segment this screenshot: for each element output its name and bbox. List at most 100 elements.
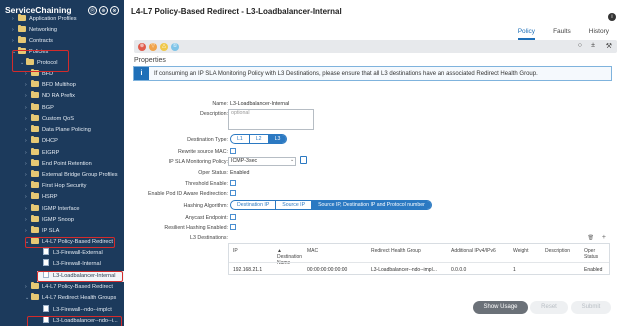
link-icon[interactable] <box>300 156 307 164</box>
folder-icon <box>31 204 39 211</box>
col-description[interactable]: Description <box>545 248 570 254</box>
destination-type-selector: L1 L2 L3 <box>230 134 288 144</box>
threshold-checkbox[interactable] <box>230 180 236 186</box>
tree-item[interactable]: › Contracts <box>12 36 53 47</box>
tree-item[interactable]: › Application Profiles <box>12 14 77 25</box>
folder-icon <box>18 14 26 21</box>
upload-download-icon[interactable]: ± <box>591 42 595 49</box>
hashing-destination-ip[interactable]: Destination IP <box>231 201 277 209</box>
folder-icon <box>18 36 26 43</box>
tree-item-label: L3-Firewall-External <box>53 250 103 256</box>
tree-item[interactable]: › Data Plane Policing <box>25 125 91 136</box>
tree-item[interactable]: › BGP <box>25 103 54 114</box>
table-toolbar: 🗑 + <box>588 234 606 241</box>
submit-button[interactable]: Submit <box>571 301 611 314</box>
tree-item[interactable]: › IGMP Snoop <box>25 215 74 226</box>
folder-icon <box>31 282 39 289</box>
pod-aware-label: Enable Pod ID Aware Redirection: <box>148 191 228 197</box>
show-usage-button[interactable]: Show Usage <box>473 301 528 314</box>
hashing-source-ip[interactable]: Source IP <box>276 201 313 209</box>
destination-type-l3[interactable]: L3 <box>268 135 287 143</box>
sidebar-header-icons: Ⓡ ⊕ ⊗ <box>88 6 119 15</box>
tree-item-label: Application Profiles <box>29 16 77 22</box>
tree-item[interactable]: › DHCP <box>25 136 58 147</box>
folder-icon <box>31 192 39 199</box>
folder-icon <box>31 293 39 300</box>
rewrite-mac-checkbox[interactable] <box>230 148 236 154</box>
tab-faults[interactable]: Faults <box>553 28 571 40</box>
folder-icon <box>31 148 39 155</box>
l3-destinations-label: L3 Destinations: <box>190 235 228 241</box>
tree-item[interactable]: › Custom QoS <box>25 114 74 125</box>
hashing-selector: Destination IP Source IP Source IP, Dest… <box>230 200 432 210</box>
delete-icon[interactable]: 🗑 <box>588 235 594 241</box>
tree-item-label: L3-Firewall-Internal <box>53 261 101 267</box>
tree-item[interactable]: › BFD Multihop <box>25 80 76 91</box>
ipsla-select[interactable]: ICMP-3sec <box>228 157 296 166</box>
tree-item[interactable]: › HSRP <box>25 192 58 203</box>
cell-health-group: L3-Loadbalancer--ndo--impl... <box>371 267 437 273</box>
add-icon[interactable]: + <box>602 234 606 241</box>
tab-policy[interactable]: Policy <box>517 28 536 40</box>
minor-fault-icon[interactable]: △ <box>160 42 168 51</box>
tree-item[interactable]: › IP SLA <box>25 226 59 237</box>
cell-additional-ip: 0.0.0.0 <box>451 267 467 273</box>
resilient-checkbox[interactable] <box>230 224 236 230</box>
major-fault-icon[interactable]: ▽ <box>149 42 157 51</box>
cell-weight: 1 <box>513 267 516 273</box>
destination-type-l2[interactable]: L2 <box>250 135 269 143</box>
tree-item-label: Data Plane Policing <box>42 127 91 133</box>
name-label: Name: <box>212 101 228 107</box>
col-additional-ip[interactable]: Additional IPv4/IPv6 <box>451 248 496 254</box>
col-weight[interactable]: Weight <box>513 248 528 254</box>
document-icon <box>43 248 49 255</box>
tree-item-label: BGP <box>42 105 54 111</box>
highlight-policies <box>12 50 69 72</box>
folder-icon <box>31 226 39 233</box>
folder-icon <box>18 25 26 32</box>
alert-text: If consuming an IP SLA Monitoring Policy… <box>154 70 538 77</box>
col-mac[interactable]: MAC <box>307 248 318 254</box>
tree-item[interactable]: L3-Firewall--ndo--implct <box>37 305 112 316</box>
refresh-icon[interactable]: ○ <box>578 42 582 49</box>
tools-icon[interactable]: ⚒ <box>606 42 612 50</box>
table-row[interactable]: 192.168.21.1 00:00:00:00:00:00 L3-Loadba… <box>229 262 609 274</box>
oper-status-value: Enabled <box>230 170 250 176</box>
tree-item-label: HSRP <box>42 194 58 200</box>
destination-type-label: Destination Type: <box>187 137 228 143</box>
col-redirect-health-group[interactable]: Redirect Health Group <box>371 248 421 254</box>
tree-item[interactable]: › EIGRP <box>25 148 59 159</box>
critical-fault-icon[interactable]: ⊗ <box>138 42 146 51</box>
tree-item[interactable]: › L4-L7 Policy-Based Redirect <box>25 282 113 293</box>
col-ip[interactable]: IP <box>233 248 238 254</box>
tree-item-label: IP SLA <box>42 228 60 234</box>
resilient-label: Resilient Hashing Enabled: <box>164 225 228 231</box>
cell-oper-status: Enabled <box>584 267 603 273</box>
anycast-checkbox[interactable] <box>230 214 236 220</box>
pod-aware-checkbox[interactable] <box>230 190 236 196</box>
settings-icon[interactable]: ⊗ <box>110 6 119 15</box>
tree-item[interactable]: L3-Firewall-External <box>37 248 103 259</box>
highlight-l3-loadbalancer <box>37 271 123 282</box>
hashing-source-dest-protocol[interactable]: Source IP, Destination IP and Protocol n… <box>312 201 431 209</box>
warning-fault-icon[interactable]: ① <box>171 42 179 51</box>
tree-item[interactable]: ⌄ L4-L7 Redirect Health Groups <box>25 293 116 304</box>
tree-item-label: EIGRP <box>42 150 60 156</box>
chevron-down-icon[interactable]: ⌄ <box>290 157 294 163</box>
description-input[interactable]: optional <box>228 109 314 130</box>
tree-item-label: L3-Firewall--ndo--implct <box>53 307 112 313</box>
tree-item[interactable]: › Networking <box>12 25 57 36</box>
tree-item[interactable]: L3-Firewall-Internal <box>37 259 101 270</box>
tab-history[interactable]: History <box>589 28 609 40</box>
refresh-icon[interactable]: Ⓡ <box>88 6 97 15</box>
tree-item-label: DHCP <box>42 138 58 144</box>
add-icon[interactable]: ⊕ <box>99 6 108 15</box>
oper-status-label: Oper Status: <box>198 170 228 176</box>
col-oper-status[interactable]: Oper Status <box>584 248 606 260</box>
ipsla-label: IP SLA Monitoring Policy: <box>168 159 228 165</box>
folder-icon <box>31 159 39 166</box>
reset-button[interactable]: Reset <box>530 301 568 314</box>
tree-item-label: Contracts <box>29 38 53 44</box>
info-icon[interactable]: i <box>608 13 616 21</box>
destination-type-l1[interactable]: L1 <box>231 135 250 143</box>
